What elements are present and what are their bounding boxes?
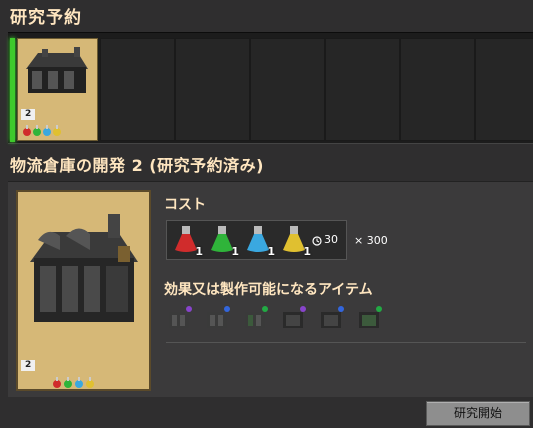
science-pack-icons xyxy=(23,125,61,136)
active-indicator xyxy=(10,38,15,142)
blue-science-pack-icon: 1 xyxy=(243,224,275,258)
queue-slot-empty[interactable] xyxy=(175,38,250,141)
science-packs xyxy=(22,123,64,137)
level-badge: 2 xyxy=(21,109,36,120)
chest-icon[interactable] xyxy=(356,304,384,332)
unlock-label: 効果又は製作可能になるアイテム xyxy=(164,282,373,298)
science-pack-icons xyxy=(53,377,94,388)
queue-slot-empty[interactable] xyxy=(475,38,533,141)
warehouse-icon xyxy=(30,214,138,322)
research-multiplier: × 300 xyxy=(354,234,388,247)
queue-slot-empty[interactable] xyxy=(400,38,475,141)
research-time: 30 xyxy=(324,233,338,246)
queue-item-warehouse[interactable]: 2 xyxy=(17,38,98,141)
research-window: 研究予約 2 物流倉庫の開発 2 (研究予約済み) 2 コスト 1 1 1 1 … xyxy=(0,0,533,428)
chest-icon[interactable] xyxy=(166,304,194,332)
level-badge: 2 xyxy=(21,360,36,371)
cost-count: 1 xyxy=(231,245,239,258)
cost-count: 1 xyxy=(195,245,203,258)
research-queue: 2 xyxy=(8,32,533,144)
red-science-pack-icon: 1 xyxy=(171,224,203,258)
green-science-pack-icon: 1 xyxy=(207,224,239,258)
unlock-list xyxy=(166,304,384,332)
chest-icon[interactable] xyxy=(204,304,232,332)
queue-slot-empty[interactable] xyxy=(325,38,400,141)
chest-icon[interactable] xyxy=(318,304,346,332)
queue-slot-empty[interactable] xyxy=(100,38,175,141)
divider xyxy=(166,342,526,343)
cost-label: コスト xyxy=(164,197,206,213)
cost-count: 1 xyxy=(303,245,311,258)
science-packs xyxy=(52,375,98,389)
yellow-science-pack-icon: 1 xyxy=(279,224,311,258)
start-research-button[interactable]: 研究開始 xyxy=(426,401,530,426)
queue-slot-empty[interactable] xyxy=(250,38,325,141)
technology-card: 2 xyxy=(16,190,151,391)
technology-detail-panel: 2 コスト 1 1 1 1 30 × 300 効果又は製作可能になるアイテム xyxy=(8,181,533,397)
queue-title: 研究予約 xyxy=(10,8,82,28)
chest-icon[interactable] xyxy=(280,304,308,332)
cost-count: 1 xyxy=(267,245,275,258)
clock-icon xyxy=(312,236,322,246)
cost-box: 1 1 1 1 30 xyxy=(166,220,347,260)
chest-icon[interactable] xyxy=(242,304,270,332)
technology-title: 物流倉庫の開発 2 (研究予約済み) xyxy=(10,156,264,175)
warehouse-icon xyxy=(26,47,88,93)
